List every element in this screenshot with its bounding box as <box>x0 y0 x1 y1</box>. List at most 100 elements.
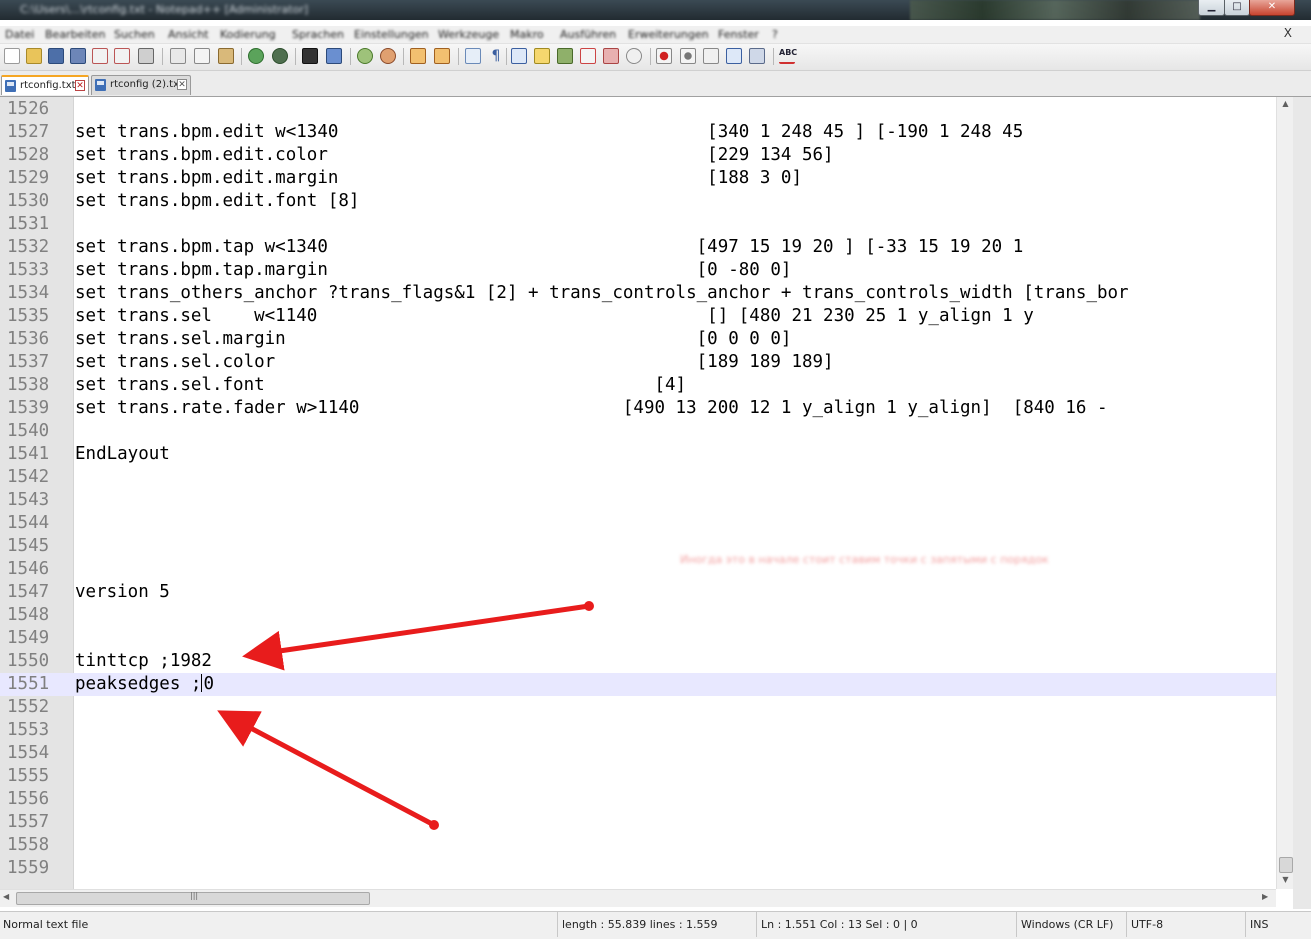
maximize-button[interactable]: □ <box>1224 0 1250 16</box>
menu-file[interactable]: Datei <box>5 28 34 41</box>
code-line[interactable]: 1529 set trans.bpm.edit.margin [188 3 0] <box>0 167 1276 190</box>
code-line[interactable]: 1548 <box>0 604 1276 627</box>
tab-rtconfig[interactable]: rtconfig.txt ✕ <box>1 75 89 95</box>
vertical-scrollbar[interactable]: ▲ ▼ <box>1276 97 1294 889</box>
line-text[interactable]: version 5 <box>75 581 170 604</box>
scroll-down-icon[interactable]: ▼ <box>1277 873 1294 887</box>
save-macro-icon[interactable] <box>749 48 765 64</box>
redo-icon[interactable] <box>272 48 288 64</box>
close-document-button[interactable]: X <box>1284 26 1292 40</box>
scroll-left-icon[interactable]: ◀ <box>3 892 9 901</box>
code-line[interactable]: 1558 <box>0 834 1276 857</box>
code-line[interactable]: 1540 <box>0 420 1276 443</box>
close-icon[interactable] <box>92 48 108 64</box>
cut-icon[interactable] <box>170 48 186 64</box>
code-line[interactable]: 1545 <box>0 535 1276 558</box>
line-text[interactable]: set trans.bpm.edit.font [8] <box>75 190 359 213</box>
close-tab-icon[interactable]: ✕ <box>177 79 187 90</box>
code-line[interactable]: 1543 <box>0 489 1276 512</box>
code-line[interactable]: 1531 <box>0 213 1276 236</box>
menu-tools[interactable]: Werkzeuge <box>438 28 499 41</box>
close-window-button[interactable]: ✕ <box>1249 0 1295 16</box>
code-line[interactable]: 1534 set trans_others_anchor ?trans_flags… <box>0 282 1276 305</box>
text-editor[interactable]: 1526 1527 set trans.bpm.edit w<1340 [340 1… <box>0 97 1276 889</box>
line-text[interactable]: set trans.bpm.tap w<1340 [497 15 19 20 ]… <box>75 236 1023 259</box>
print-icon[interactable] <box>138 48 154 64</box>
line-text[interactable]: set trans.bpm.tap.margin [0 -80 0] <box>75 259 791 282</box>
copy-icon[interactable] <box>194 48 210 64</box>
open-file-icon[interactable] <box>26 48 42 64</box>
status-cursor-position[interactable]: Ln : 1.551 Col : 13 Sel : 0 | 0 <box>756 912 918 937</box>
code-line[interactable]: 1550 tinttcp ;1982 <box>0 650 1276 673</box>
line-text[interactable]: set trans.rate.fader w>1140 [490 13 200 … <box>75 397 1108 420</box>
code-line[interactable]: 1547 version 5 <box>0 581 1276 604</box>
scroll-up-icon[interactable]: ▲ <box>1277 97 1294 111</box>
code-line[interactable]: 1553 <box>0 719 1276 742</box>
indent-guide-icon[interactable] <box>511 48 527 64</box>
line-text[interactable]: set trans_others_anchor ?trans_flags&1 [… <box>75 282 1129 305</box>
show-all-chars-icon[interactable]: ¶ <box>488 48 504 64</box>
zoom-in-icon[interactable] <box>357 48 373 64</box>
code-line[interactable]: 1557 <box>0 811 1276 834</box>
code-line[interactable]: 1552 <box>0 696 1276 719</box>
doc-map-icon[interactable] <box>557 48 573 64</box>
menu-language[interactable]: Sprachen <box>292 28 344 41</box>
code-line[interactable]: 1542 <box>0 466 1276 489</box>
code-line[interactable]: 1526 <box>0 98 1276 121</box>
menu-run[interactable]: Ausführen <box>560 28 616 41</box>
close-tab-icon[interactable]: ✕ <box>75 80 85 91</box>
code-line[interactable]: 1535 set trans.sel w<1140 [] [480 21 230 … <box>0 305 1276 328</box>
minimize-button[interactable]: ▁ <box>1198 0 1225 16</box>
line-text[interactable]: set trans.sel.font [4] <box>75 374 686 397</box>
undo-icon[interactable] <box>248 48 264 64</box>
menu-plugins[interactable]: Erweiterungen <box>628 28 709 41</box>
line-text[interactable]: set trans.bpm.edit.margin [188 3 0] <box>75 167 802 190</box>
new-file-icon[interactable] <box>4 48 20 64</box>
sync-horizontal-icon[interactable] <box>434 48 450 64</box>
code-line[interactable]: 1536 set trans.sel.margin [0 0 0 0] <box>0 328 1276 351</box>
line-text[interactable]: EndLayout <box>75 443 170 466</box>
menu-view[interactable]: Ansicht <box>168 28 209 41</box>
paste-icon[interactable] <box>218 48 234 64</box>
horizontal-scrollbar[interactable]: ◀ ||| ▶ <box>0 889 1276 907</box>
line-text[interactable]: set trans.sel w<1140 [] [480 21 230 25 1… <box>75 305 1034 328</box>
line-text[interactable]: peaksedges ; 0 <box>75 673 214 696</box>
code-line[interactable]: 1544 <box>0 512 1276 535</box>
line-text[interactable]: set trans.sel.color [189 189 189] <box>75 351 834 374</box>
tab-rtconfig-2[interactable]: rtconfig (2).txt ✕ <box>91 75 191 95</box>
save-all-icon[interactable] <box>70 48 86 64</box>
stop-record-icon[interactable] <box>680 48 696 64</box>
record-macro-icon[interactable] <box>656 48 672 64</box>
run-macro-multiple-icon[interactable] <box>726 48 742 64</box>
close-all-icon[interactable] <box>114 48 130 64</box>
code-line[interactable]: 1559 <box>0 857 1276 880</box>
code-line[interactable]: 1533 set trans.bpm.tap.margin [0 -80 0] <box>0 259 1276 282</box>
code-line[interactable]: 1538 set trans.sel.font [4] <box>0 374 1276 397</box>
code-line[interactable]: 1537 set trans.sel.color [189 189 189] <box>0 351 1276 374</box>
folder-workspace-icon[interactable] <box>603 48 619 64</box>
save-icon[interactable] <box>48 48 64 64</box>
code-line[interactable]: 1546 <box>0 558 1276 581</box>
code-line[interactable]: 1530 set trans.bpm.edit.font [8] <box>0 190 1276 213</box>
word-wrap-icon[interactable] <box>465 48 481 64</box>
code-line[interactable]: 1532 set trans.bpm.tap w<1340 [497 15 19 … <box>0 236 1276 259</box>
function-list-icon[interactable] <box>580 48 596 64</box>
code-line[interactable]: 1541 EndLayout <box>0 443 1276 466</box>
menu-search[interactable]: Suchen <box>114 28 155 41</box>
menu-window[interactable]: Fenster <box>718 28 759 41</box>
menu-help[interactable]: ? <box>772 28 778 41</box>
current-line[interactable]: 1551 peaksedges ; 0 <box>0 673 1276 696</box>
find-icon[interactable] <box>302 48 318 64</box>
line-text[interactable]: tinttcp ;1982 <box>75 650 212 673</box>
user-lang-icon[interactable] <box>534 48 550 64</box>
code-line[interactable]: 1556 <box>0 788 1276 811</box>
monitoring-icon[interactable] <box>626 48 642 64</box>
line-text[interactable]: set trans.bpm.edit w<1340 [340 1 248 45 … <box>75 121 1023 144</box>
code-line[interactable]: 1528 set trans.bpm.edit.color [229 134 56… <box>0 144 1276 167</box>
scroll-right-icon[interactable]: ▶ <box>1262 892 1268 901</box>
replace-icon[interactable] <box>326 48 342 64</box>
vertical-scroll-thumb[interactable] <box>1279 857 1293 873</box>
menu-edit[interactable]: Bearbeiten <box>45 28 105 41</box>
code-line[interactable]: 1527 set trans.bpm.edit w<1340 [340 1 248… <box>0 121 1276 144</box>
code-line[interactable]: 1555 <box>0 765 1276 788</box>
